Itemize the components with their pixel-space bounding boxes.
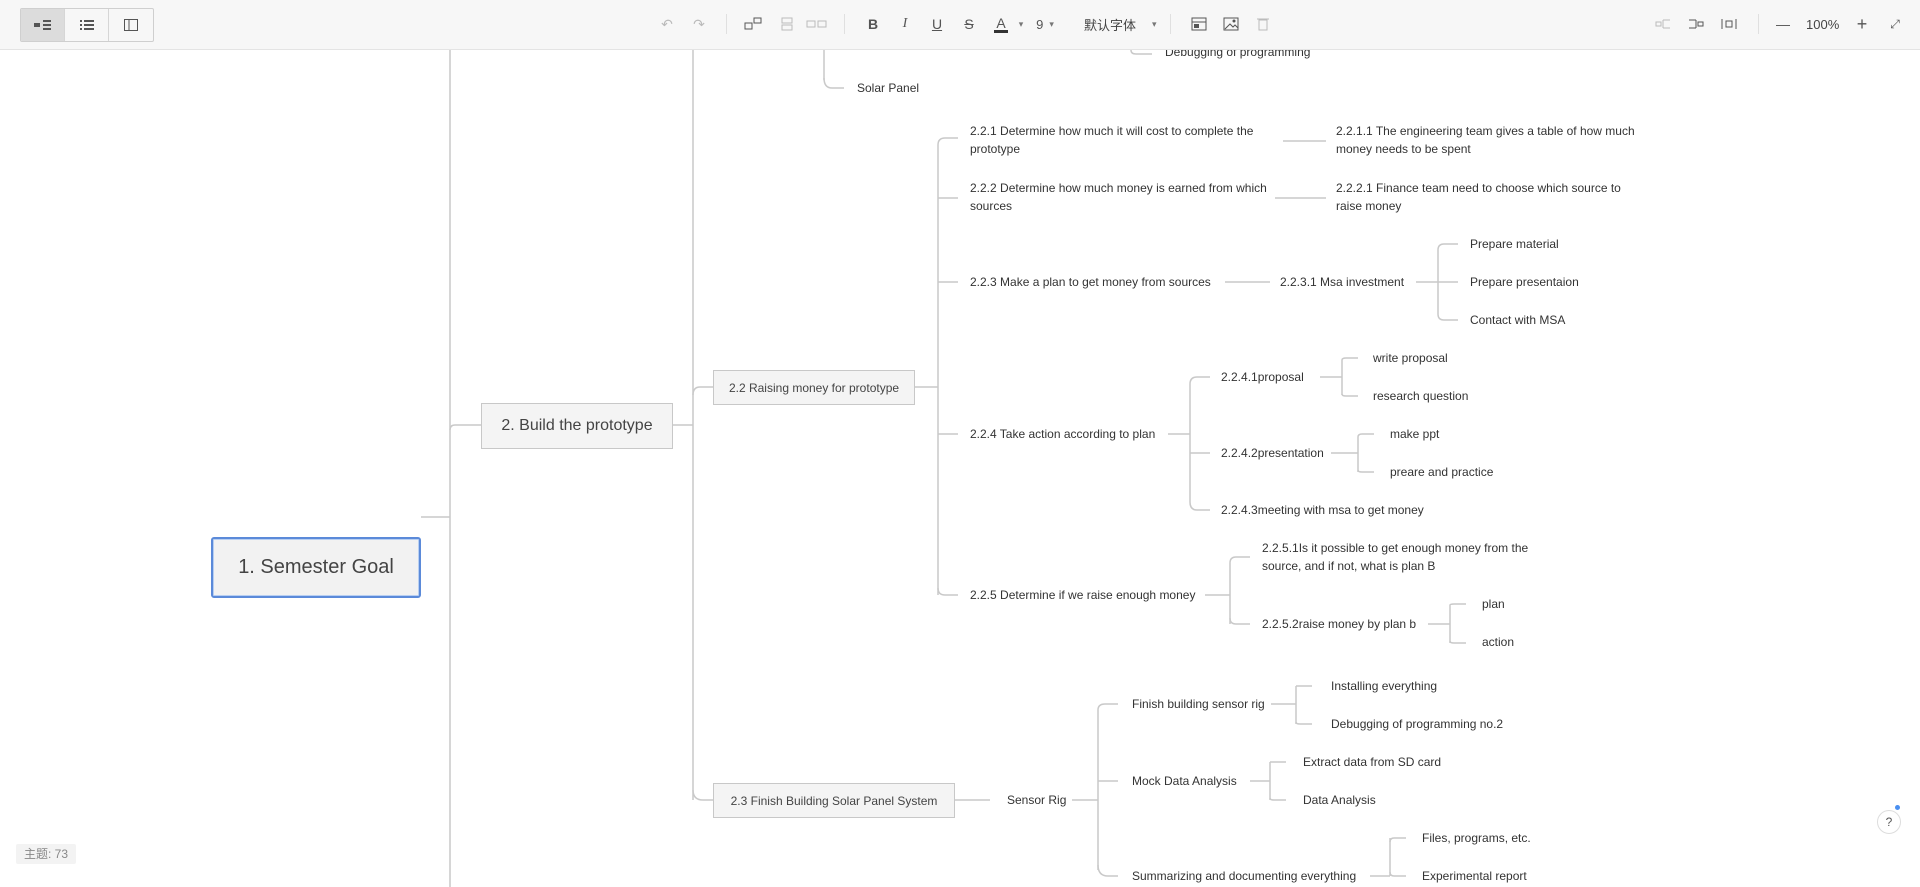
layout-both-button[interactable]: [1718, 12, 1740, 36]
node-2-2-4-2[interactable]: 2.2.4.2presentation: [1221, 444, 1324, 462]
separator: [726, 14, 727, 34]
node-prepare-material[interactable]: Prepare material: [1470, 235, 1559, 253]
strikethrough-button[interactable]: S: [958, 12, 980, 36]
image-icon: [1223, 17, 1239, 31]
node-prepare-presentaion[interactable]: Prepare presentaion: [1470, 273, 1579, 291]
bold-button[interactable]: B: [862, 12, 884, 36]
italic-button[interactable]: I: [894, 12, 916, 36]
topic-count-badge: 主题: 73: [16, 844, 77, 864]
insert-child-icon: [744, 17, 762, 30]
help-button[interactable]: ?: [1877, 810, 1901, 834]
font-color-icon: A: [996, 14, 1006, 31]
node-data-analysis[interactable]: Data Analysis: [1303, 791, 1376, 809]
node-files-programs[interactable]: Files, programs, etc.: [1422, 829, 1531, 847]
redo-button[interactable]: ↷: [688, 12, 710, 36]
node-2-2-4[interactable]: 2.2.4 Take action according to plan: [970, 425, 1155, 443]
node-2-2-2[interactable]: 2.2.2 Determine how much money is earned…: [970, 179, 1280, 215]
node-2-2-1[interactable]: 2.2.1 Determine how much it will cost to…: [970, 122, 1280, 158]
connector-lines: [421, 50, 1466, 887]
layout-right-button[interactable]: [1685, 12, 1707, 36]
trash-icon: [1257, 18, 1269, 31]
zoom-level: 100%: [1806, 16, 1840, 32]
insert-parent-icon: [781, 17, 793, 31]
layout-right-icon: [1689, 19, 1704, 29]
insert-link-button[interactable]: [1188, 12, 1210, 36]
mindmap-view-icon: [33, 20, 51, 30]
node-solar-panel[interactable]: Solar Panel: [857, 79, 919, 97]
node-action[interactable]: action: [1482, 633, 1514, 651]
node-mock-data-analysis[interactable]: Mock Data Analysis: [1132, 772, 1237, 790]
delete-button[interactable]: [1252, 12, 1274, 36]
card-icon: [1191, 17, 1207, 31]
node-2-2-5-2[interactable]: 2.2.5.2raise money by plan b: [1262, 615, 1416, 633]
help-icon: ?: [1885, 815, 1893, 829]
node-plan[interactable]: plan: [1482, 595, 1505, 613]
node-debugging-no2[interactable]: Debugging of programming no.2: [1331, 715, 1503, 733]
panel-icon: [124, 19, 138, 31]
node-research-question[interactable]: research question: [1373, 387, 1468, 405]
font-size-value: 9: [1036, 16, 1044, 32]
undo-button[interactable]: ↶: [656, 12, 678, 36]
node-2-2-raising-money[interactable]: 2.2 Raising money for prototype: [713, 370, 915, 405]
node-debugging-programming[interactable]: Debugging of programming: [1165, 50, 1310, 61]
node-experimental-report[interactable]: Experimental report: [1422, 867, 1527, 885]
separator: [844, 14, 845, 34]
root-node-semester-goal[interactable]: 1. Semester Goal: [211, 537, 421, 598]
node-finish-sensor-rig[interactable]: Finish building sensor rig: [1132, 695, 1265, 713]
node-2-2-5[interactable]: 2.2.5 Determine if we raise enough money: [970, 586, 1195, 604]
insert-sibling-button[interactable]: [806, 12, 828, 36]
mindmap-view-button[interactable]: [21, 9, 65, 41]
mindmap-canvas[interactable]: Debugging of programming Solar Panel 1. …: [0, 50, 1920, 887]
insert-parent-button[interactable]: [776, 12, 798, 36]
node-2-2-3-1[interactable]: 2.2.3.1 Msa investment: [1280, 273, 1404, 291]
font-color-button[interactable]: A: [990, 12, 1012, 36]
node-preare-practice[interactable]: preare and practice: [1390, 463, 1493, 481]
font-size-select[interactable]: 9 ▾: [1034, 12, 1056, 36]
panel-view-button[interactable]: [109, 9, 153, 41]
chevron-down-icon: ▾: [1049, 18, 1054, 29]
node-build-prototype[interactable]: 2. Build the prototype: [481, 403, 673, 449]
redo-icon: ↷: [693, 15, 705, 32]
separator: [1170, 14, 1171, 34]
node-summarizing[interactable]: Summarizing and documenting everything: [1132, 867, 1356, 885]
list-view-button[interactable]: [65, 9, 109, 41]
chevron-down-icon: ▾: [1152, 18, 1157, 29]
separator: [1758, 14, 1759, 34]
list-icon: [79, 20, 94, 30]
layout-left-icon: [1655, 19, 1670, 29]
node-installing-everything[interactable]: Installing everything: [1331, 677, 1437, 695]
node-sensor-rig[interactable]: Sensor Rig: [1007, 791, 1066, 809]
fullscreen-icon: ⤢: [1890, 16, 1900, 31]
notification-dot: [1895, 805, 1900, 810]
font-family-value: 默认字体: [1084, 17, 1137, 33]
node-make-ppt[interactable]: make ppt: [1390, 425, 1439, 443]
undo-icon: ↶: [661, 15, 673, 32]
font-family-select[interactable]: 默认字体 ▾: [1084, 12, 1157, 36]
node-contact-msa[interactable]: Contact with MSA: [1470, 311, 1565, 329]
insert-image-button[interactable]: [1220, 12, 1242, 36]
node-2-2-5-1[interactable]: 2.2.5.1Is it possible to get enough mone…: [1262, 539, 1552, 575]
node-write-proposal[interactable]: write proposal: [1373, 349, 1448, 367]
layout-left-button[interactable]: [1652, 12, 1674, 36]
node-2-2-1-1[interactable]: 2.2.1.1 The engineering team gives a tab…: [1336, 122, 1646, 158]
chevron-down-icon[interactable]: ▾: [1010, 12, 1032, 36]
node-2-2-2-1[interactable]: 2.2.2.1 Finance team need to choose whic…: [1336, 179, 1646, 215]
underline-button[interactable]: U: [926, 12, 948, 36]
insert-sibling-icon: [806, 20, 827, 28]
fullscreen-button[interactable]: ⤢: [1884, 12, 1906, 36]
insert-child-button[interactable]: [742, 12, 764, 36]
font-color-swatch: [994, 29, 1008, 33]
zoom-out-button[interactable]: —: [1772, 12, 1794, 36]
node-extract-data[interactable]: Extract data from SD card: [1303, 753, 1441, 771]
layout-both-icon: [1721, 19, 1737, 29]
zoom-in-button[interactable]: +: [1851, 12, 1873, 36]
toolbar: ↶ ↷ B I U S A ▾ 9 ▾ 默认字体 ▾ — 100% + ⤢: [0, 0, 1920, 50]
node-2-2-4-3[interactable]: 2.2.4.3meeting with msa to get money: [1221, 501, 1424, 519]
node-2-2-4-1[interactable]: 2.2.4.1proposal: [1221, 368, 1304, 386]
node-2-2-3[interactable]: 2.2.3 Make a plan to get money from sour…: [970, 273, 1211, 291]
node-2-3-finish-building[interactable]: 2.3 Finish Building Solar Panel System: [713, 783, 955, 818]
view-switch: [20, 8, 154, 42]
